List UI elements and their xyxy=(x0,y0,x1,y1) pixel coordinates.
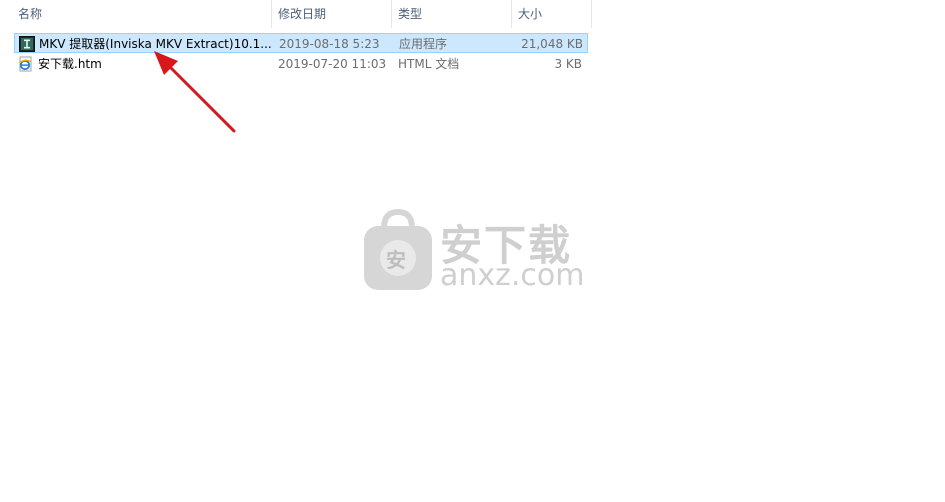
file-date: 2019-07-20 11:03 xyxy=(278,57,387,71)
file-date: 2019-08-18 5:23 xyxy=(279,37,380,51)
column-header-name[interactable]: 名称 ⌃ xyxy=(12,0,272,28)
sort-ascending-icon: ⌃ xyxy=(148,0,158,6)
column-header-size[interactable]: 大小 xyxy=(512,0,592,28)
watermark-logo: 安 安下载 anxz.com xyxy=(360,204,590,296)
column-header-row: 名称 ⌃ 修改日期 类型 大小 xyxy=(0,0,592,28)
file-type: HTML 文档 xyxy=(398,57,460,71)
file-size: 3 KB xyxy=(554,57,582,71)
column-header-name-label: 名称 xyxy=(18,7,43,21)
file-size: 21,048 KB xyxy=(521,37,583,51)
column-header-type-label: 类型 xyxy=(398,7,423,21)
column-header-type[interactable]: 类型 xyxy=(392,0,512,28)
column-header-date-label: 修改日期 xyxy=(278,7,327,21)
file-explorer: 名称 ⌃ 修改日期 类型 大小 MKV 提取器(Inviska MKV Extr… xyxy=(0,0,945,502)
red-arrow-annotation-icon xyxy=(154,51,236,133)
file-row[interactable]: MKV 提取器(Inviska MKV Extract)10.1... 2019… xyxy=(14,33,588,53)
column-header-date[interactable]: 修改日期 xyxy=(272,0,392,28)
file-type: 应用程序 xyxy=(399,37,448,51)
ie-html-icon xyxy=(19,56,32,72)
column-header-size-label: 大小 xyxy=(518,7,543,21)
watermark-domain: anxz.com xyxy=(440,258,585,293)
watermark-badge: 安 xyxy=(386,248,406,272)
mkv-extract-app-icon xyxy=(19,36,35,52)
file-row[interactable]: 安下载.htm 2019-07-20 11:03 HTML 文档 3 KB xyxy=(14,54,588,74)
